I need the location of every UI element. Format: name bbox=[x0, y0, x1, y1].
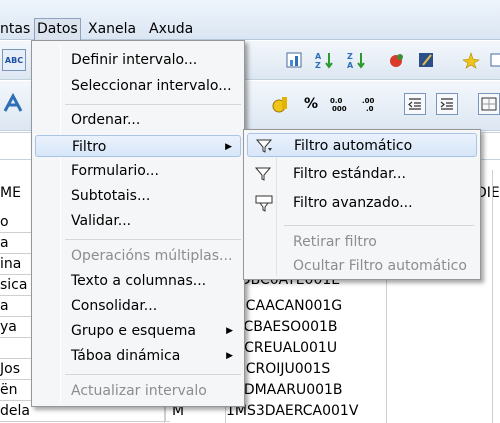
svg-text:A: A bbox=[347, 61, 354, 70]
svg-text:.0: .0 bbox=[366, 105, 374, 113]
submenu-separator bbox=[284, 225, 474, 226]
menu-item-validar[interactable]: Validar... bbox=[35, 210, 241, 232]
column-divider bbox=[492, 170, 493, 423]
spellcheck-icon[interactable]: ABC bbox=[2, 49, 26, 71]
decrease-indent-icon[interactable] bbox=[404, 93, 426, 115]
menu-separator bbox=[65, 374, 241, 375]
number-format-icon[interactable]: 0.0 000 bbox=[330, 93, 352, 115]
menu-item-definir-intervalo[interactable]: Definir intervalo... bbox=[35, 49, 241, 71]
menu-xanela[interactable]: Xanela bbox=[88, 20, 136, 38]
svg-text:0.0: 0.0 bbox=[330, 97, 343, 105]
svg-text:.00: .00 bbox=[362, 97, 375, 105]
standard-filter-icon bbox=[254, 166, 273, 182]
menu-item-formulario[interactable]: Formulario... bbox=[35, 160, 241, 182]
table-cell-code[interactable]: 1MS3DAERCA001V bbox=[226, 401, 386, 422]
filtro-submenu: Filtro automático Filtro estándar... Fil… bbox=[243, 129, 481, 280]
sort-descending-icon[interactable]: ZA bbox=[346, 49, 368, 71]
borders-icon[interactable] bbox=[478, 93, 500, 115]
menu-bar: ntas Datos Xanela Axuda bbox=[0, 0, 500, 40]
submenu-arrow-icon: ▶ bbox=[226, 351, 233, 361]
add-decimal-icon[interactable]: .00.0 bbox=[362, 93, 384, 115]
submenu-arrow-icon: ▶ bbox=[226, 326, 233, 336]
autofilter-icon bbox=[255, 138, 274, 154]
percent-format-icon[interactable]: % bbox=[300, 93, 322, 115]
star-icon[interactable] bbox=[460, 49, 482, 71]
submenu-label: Filtro estándar... bbox=[293, 166, 406, 182]
menu-item-consolidar[interactable]: Consolidar... bbox=[35, 295, 241, 317]
menu-item-subtotais[interactable]: Subtotais... bbox=[35, 185, 241, 207]
menu-item-ordenar[interactable]: Ordenar... bbox=[35, 109, 241, 131]
table-cell-code[interactable]: AXCREUAL001U bbox=[226, 338, 386, 359]
submenu-item-filtro-estandar[interactable]: Filtro estándar... bbox=[247, 162, 477, 186]
menu-separator bbox=[65, 239, 241, 240]
menu-herramientas[interactable]: ntas bbox=[0, 20, 30, 38]
submenu-item-ocultar-filtro-automatico[interactable]: Ocultar Filtro automático bbox=[247, 254, 477, 278]
svg-text:000: 000 bbox=[332, 105, 347, 113]
menu-item-filtro-label: Filtro bbox=[72, 139, 107, 155]
svg-text:Z: Z bbox=[347, 52, 353, 61]
advanced-filter-icon bbox=[255, 195, 273, 212]
font-color-icon[interactable] bbox=[2, 93, 24, 115]
svg-text:Z: Z bbox=[315, 61, 321, 70]
menu-item-texto-a-columnas[interactable]: Texto a columnas... bbox=[35, 270, 241, 292]
menu-axuda[interactable]: Axuda bbox=[149, 20, 193, 38]
datos-dropdown-menu: Definir intervalo... Seleccionar interva… bbox=[31, 40, 245, 407]
table-cell-code[interactable]: WDBC0ATE001E bbox=[226, 279, 386, 288]
submenu-item-filtro-automatico[interactable]: Filtro automático bbox=[247, 133, 477, 157]
basic-shapes-icon[interactable] bbox=[486, 49, 500, 71]
menu-item-operacions-multiplas[interactable]: Operacións múltiplas... bbox=[35, 245, 241, 267]
submenu-arrow-icon: ▶ bbox=[225, 142, 232, 152]
column-header-left: ME bbox=[0, 185, 21, 201]
menu-item-taboa-dinamica[interactable]: Táboa dinámica ▶ bbox=[35, 345, 241, 367]
table-cell-code[interactable]: 58DMAARU001B bbox=[226, 380, 386, 401]
menu-datos[interactable]: Datos bbox=[34, 18, 81, 40]
svg-text:A: A bbox=[315, 52, 322, 61]
chart-icon[interactable] bbox=[284, 49, 306, 71]
menu-item-grupo-label: Grupo e esquema bbox=[71, 323, 196, 339]
gallery-icon[interactable] bbox=[386, 49, 408, 71]
table-cell-code[interactable]: DSCAACAN001G bbox=[226, 296, 386, 317]
sort-ascending-icon[interactable]: AZ bbox=[314, 49, 336, 71]
table-cell-code[interactable]: 2DCROIJU001S bbox=[226, 359, 386, 380]
currency-format-icon[interactable] bbox=[270, 93, 292, 115]
navigator-icon[interactable] bbox=[416, 49, 438, 71]
menu-item-grupo-e-esquema[interactable]: Grupo e esquema ▶ bbox=[35, 320, 241, 342]
menu-item-taboa-label: Táboa dinámica bbox=[71, 348, 181, 364]
table-cell-code[interactable]: 0XCBAESO001B bbox=[226, 317, 386, 338]
menu-separator bbox=[65, 104, 241, 105]
submenu-item-retirar-filtro[interactable]: Retirar filtro bbox=[247, 230, 477, 254]
submenu-item-filtro-avanzado[interactable]: Filtro avanzado... bbox=[247, 191, 477, 215]
submenu-label: Filtro automático bbox=[294, 138, 413, 154]
menu-item-seleccionar-intervalo[interactable]: Seleccionar intervalo... bbox=[35, 75, 241, 97]
menu-item-filtro[interactable]: Filtro ▶ bbox=[35, 135, 241, 157]
increase-indent-icon[interactable] bbox=[436, 93, 458, 115]
submenu-label: Filtro avanzado... bbox=[293, 195, 413, 211]
menu-item-actualizar-intervalo[interactable]: Actualizar intervalo bbox=[35, 380, 241, 402]
